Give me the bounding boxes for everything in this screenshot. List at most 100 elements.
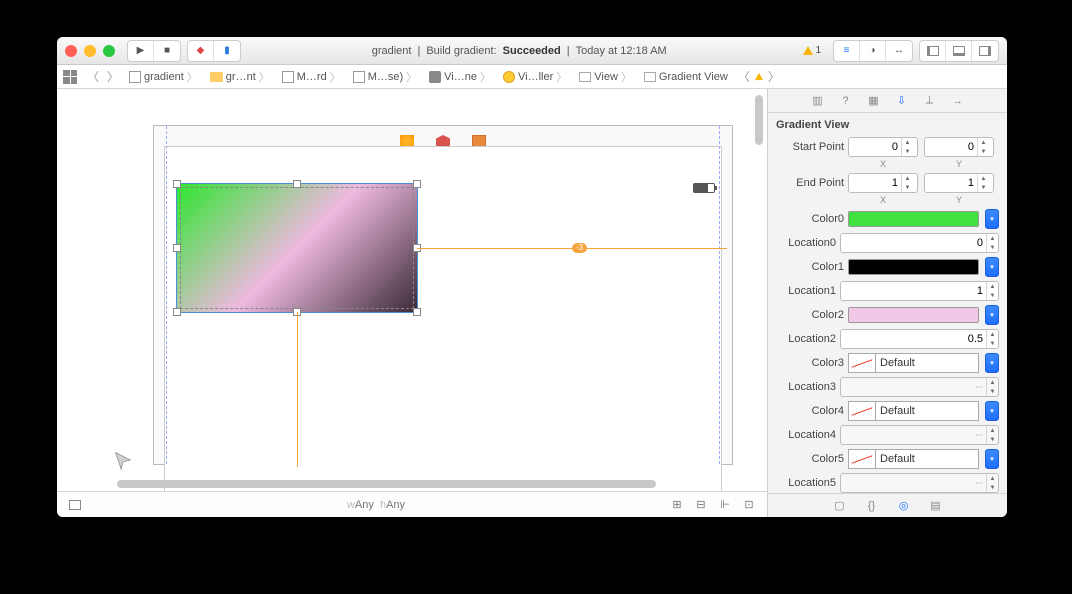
scheme-selector[interactable]: ◆ ▮ [187, 40, 241, 62]
attributes-inspector-tab[interactable]: ⇩ [894, 93, 910, 109]
code-snippet-library-tab[interactable]: {} [864, 498, 880, 514]
color1-row: Color1 ▾ [776, 257, 999, 277]
build-timestamp: Today at 12:18 AM [576, 45, 667, 57]
warning-icon [803, 46, 813, 55]
color2-dropdown[interactable]: ▾ [985, 305, 999, 325]
left-panel-toggle[interactable] [920, 41, 946, 61]
quick-help-tab[interactable]: ? [838, 93, 854, 109]
color1-well[interactable] [848, 257, 979, 277]
resize-handle-se[interactable] [413, 308, 421, 316]
color4-dropdown[interactable]: ▾ [985, 401, 999, 421]
prev-issue-button[interactable]: 〈 [734, 68, 754, 85]
titlebar: ▶ ■ ◆ ▮ gradient | Build gradient: Succe… [57, 37, 1007, 65]
issues-badge[interactable]: 1 [797, 45, 827, 56]
stepper[interactable]: ▲▼ [901, 138, 913, 156]
crumb-folder[interactable]: gr…nt〉 [204, 65, 276, 88]
crumb-controller[interactable]: Vi…ller〉 [497, 65, 573, 88]
standard-editor-button[interactable]: ≡ [834, 41, 860, 61]
resize-handle-ne[interactable] [413, 180, 421, 188]
related-items-button[interactable] [57, 65, 83, 88]
align-button[interactable]: ⊞ [669, 497, 685, 513]
bottom-panel-toggle[interactable] [946, 41, 972, 61]
close-button[interactable] [65, 45, 77, 57]
constraint-value-badge[interactable]: -3 [572, 243, 587, 253]
resize-handle-nw[interactable] [173, 180, 181, 188]
zoom-button[interactable] [103, 45, 115, 57]
forward-button[interactable]: 〉 [103, 68, 123, 85]
crumb-view[interactable]: View〉 [573, 65, 638, 88]
activity-view: gradient | Build gradient: Succeeded | T… [247, 45, 791, 57]
stepper[interactable]: ▲▼ [977, 138, 989, 156]
file-template-library-tab[interactable]: ▢ [832, 498, 848, 514]
resize-handle-sw[interactable] [173, 308, 181, 316]
constraint-bottom[interactable] [297, 312, 298, 467]
color0-dropdown[interactable]: ▾ [985, 209, 999, 229]
stepper[interactable]: ▲▼ [986, 234, 998, 252]
selected-gradient-view[interactable] [177, 184, 417, 312]
crumb-base[interactable]: M…se)〉 [347, 65, 423, 88]
size-class-control[interactable]: wAny hAny [87, 499, 665, 511]
location5-field[interactable]: ▲▼ [840, 473, 999, 493]
stepper[interactable]: ▲▼ [977, 174, 989, 192]
color2-well[interactable] [848, 305, 979, 325]
color3-combo[interactable]: Default [848, 353, 979, 373]
file-inspector-tab[interactable]: ▥ [810, 93, 826, 109]
horizontal-scrollbar[interactable] [117, 477, 751, 491]
stepper[interactable]: ▲▼ [986, 282, 998, 300]
stop-button[interactable]: ■ [154, 41, 180, 61]
version-editor-button[interactable]: ↔ [886, 41, 912, 61]
document-icon [353, 71, 365, 83]
warning-count: 1 [815, 45, 821, 56]
object-library-tab[interactable]: ◎ [896, 498, 912, 514]
location3-field[interactable]: ▲▼ [840, 377, 999, 397]
horizontal-scroll-thumb[interactable] [117, 480, 656, 488]
end-x-field[interactable]: ▲▼ [848, 173, 918, 193]
size-inspector-tab[interactable]: ⟂ [922, 93, 938, 109]
stepper[interactable]: ▲▼ [986, 378, 998, 396]
location4-field[interactable]: ▲▼ [840, 425, 999, 445]
color5-swatch [848, 449, 876, 469]
connections-inspector-tab[interactable]: → [950, 93, 966, 109]
stepper[interactable]: ▲▼ [901, 174, 913, 192]
vertical-scrollbar[interactable] [753, 89, 767, 491]
color5-combo[interactable]: Default [848, 449, 979, 469]
color0-well[interactable] [848, 209, 979, 229]
location2-field[interactable]: ▲▼ [840, 329, 999, 349]
media-library-tab[interactable]: ▤ [928, 498, 944, 514]
vertical-scroll-thumb[interactable] [755, 95, 763, 145]
color4-combo[interactable]: Default [848, 401, 979, 421]
ib-canvas[interactable]: -3 [57, 89, 767, 491]
document-icon [282, 71, 294, 83]
color3-dropdown[interactable]: ▾ [985, 353, 999, 373]
resize-handle-w[interactable] [173, 244, 181, 252]
color1-dropdown[interactable]: ▾ [985, 257, 999, 277]
build-prefix: Build gradient: [426, 45, 496, 57]
crumb-scene[interactable]: Vi…ne〉 [423, 65, 497, 88]
location1-row: Location1 ▲▼ [776, 281, 999, 301]
run-button[interactable]: ▶ [128, 41, 154, 61]
location0-field[interactable]: ▲▼ [840, 233, 999, 253]
end-y-field[interactable]: ▲▼ [924, 173, 994, 193]
next-issue-button[interactable]: 〉 [764, 68, 784, 85]
right-panel-toggle[interactable] [972, 41, 998, 61]
resizing-behavior-button[interactable]: ⊡ [741, 497, 757, 513]
location1-field[interactable]: ▲▼ [840, 281, 999, 301]
crumb-gradient-view[interactable]: Gradient View [638, 65, 734, 88]
color5-dropdown[interactable]: ▾ [985, 449, 999, 469]
assistant-editor-button[interactable]: ◑ [860, 41, 886, 61]
start-y-field[interactable]: ▲▼ [924, 137, 994, 157]
pin-button[interactable]: ⊟ [693, 497, 709, 513]
stepper[interactable]: ▲▼ [986, 426, 998, 444]
identity-inspector-tab[interactable]: ▦ [866, 93, 882, 109]
start-x-field[interactable]: ▲▼ [848, 137, 918, 157]
minimize-button[interactable] [84, 45, 96, 57]
crumb-storyboard[interactable]: M…rd〉 [276, 65, 347, 88]
document-outline-toggle[interactable] [67, 497, 83, 513]
back-button[interactable]: 〈 [83, 68, 103, 85]
stepper[interactable]: ▲▼ [986, 330, 998, 348]
stepper[interactable]: ▲▼ [986, 474, 998, 492]
end-xy-sublabels: XY [848, 195, 999, 205]
crumb-project[interactable]: gradient〉 [123, 65, 204, 88]
resolve-issues-button[interactable]: ⊩ [717, 497, 733, 513]
resize-handle-n[interactable] [293, 180, 301, 188]
